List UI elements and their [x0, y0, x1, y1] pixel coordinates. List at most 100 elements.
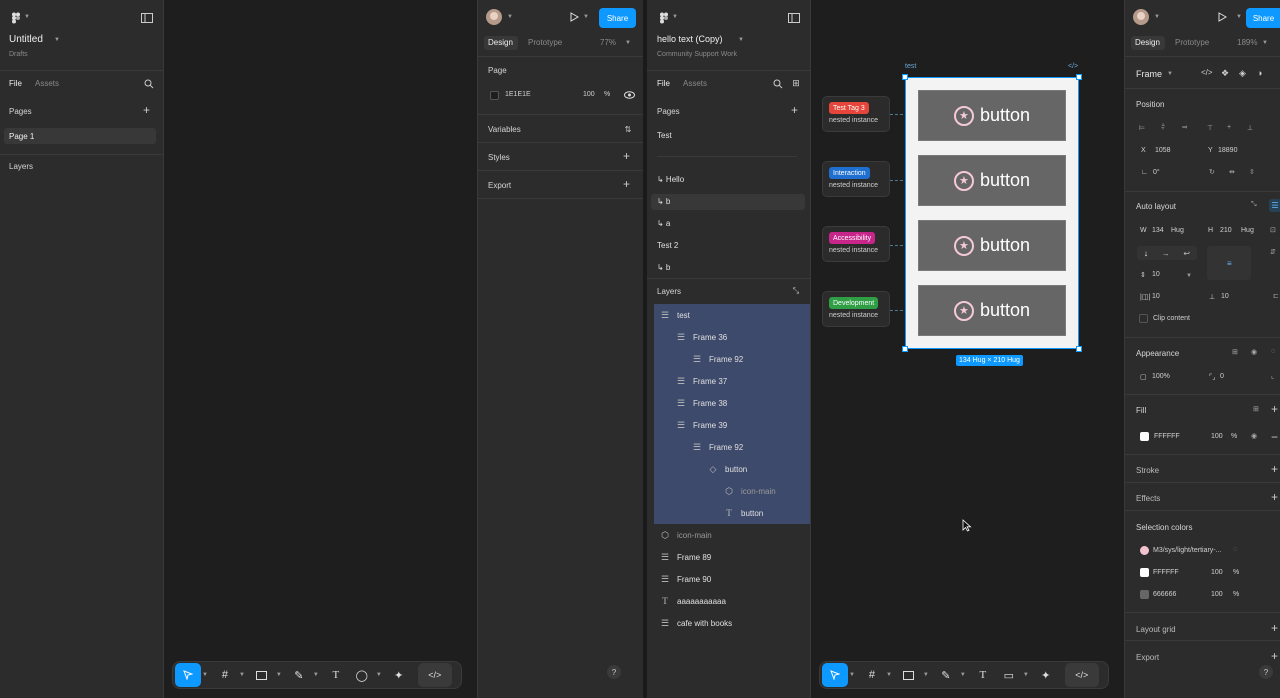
- add-export-icon[interactable]: +: [1271, 649, 1278, 663]
- annotation-card[interactable]: Development nested instance: [822, 291, 890, 327]
- add-fill-icon[interactable]: +: [1271, 402, 1278, 416]
- add-style-icon[interactable]: +: [623, 149, 630, 163]
- color-opacity[interactable]: 100: [1211, 591, 1223, 598]
- chevron-down-icon[interactable]: ▼: [202, 672, 208, 678]
- fill-opacity-input[interactable]: 100: [1211, 433, 1223, 440]
- layer-row[interactable]: ☰ test: [654, 304, 810, 326]
- tab-assets[interactable]: Assets: [35, 79, 59, 88]
- layer-row[interactable]: Tbutton: [654, 502, 810, 524]
- flip-horizontal-icon[interactable]: ⇹: [1229, 168, 1235, 176]
- zoom-level[interactable]: 77%: [600, 38, 616, 47]
- actions-tool-icon[interactable]: ✦: [1033, 663, 1059, 687]
- chevron-down-icon[interactable]: ▼: [276, 672, 282, 678]
- search-icon[interactable]: [143, 78, 154, 89]
- rectangle-tool-icon[interactable]: [249, 663, 275, 687]
- layer-row[interactable]: ◇ button: [654, 458, 810, 480]
- layer-row[interactable]: Taaaaaaaaaaa: [654, 590, 810, 612]
- alignment-settings-icon[interactable]: ⇵: [1270, 248, 1276, 256]
- resize-handle[interactable]: [902, 346, 908, 352]
- clip-content-checkbox[interactable]: [1139, 314, 1148, 323]
- page-item-b[interactable]: ↳ b: [651, 194, 805, 210]
- code-icon[interactable]: </>: [1201, 68, 1213, 77]
- tab-prototype[interactable]: Prototype: [528, 38, 562, 47]
- independent-corners-icon[interactable]: ⌞: [1271, 372, 1274, 380]
- pen-tool-icon[interactable]: ✎: [933, 663, 959, 687]
- h-input[interactable]: 210: [1220, 227, 1232, 234]
- padding-expand-icon[interactable]: ⊏: [1273, 292, 1279, 300]
- selection-color-row[interactable]: FFFFFF 100%: [1125, 562, 1280, 582]
- layer-row[interactable]: ☰ Frame 39: [654, 414, 810, 436]
- chevron-down-icon[interactable]: ▼: [54, 37, 60, 43]
- tab-assets[interactable]: Assets: [683, 79, 707, 88]
- selection-color-row[interactable]: M3/sys/light/tertiary-... ◌: [1125, 540, 1280, 560]
- tab-design[interactable]: Design: [484, 36, 518, 50]
- layer-row[interactable]: ☰ Frame 89: [654, 546, 810, 568]
- selection-color-row[interactable]: 666666 100%: [1125, 584, 1280, 604]
- mask-icon[interactable]: ◑: [1257, 68, 1262, 78]
- chevron-down-icon[interactable]: ▼: [960, 672, 966, 678]
- padding-horizontal-input[interactable]: 10: [1152, 293, 1160, 300]
- layer-row[interactable]: ⬡ icon-main: [654, 480, 810, 502]
- chevron-down-icon[interactable]: ▼: [583, 14, 589, 20]
- add-export-icon[interactable]: +: [623, 177, 630, 191]
- search-icon[interactable]: [772, 78, 783, 89]
- avatar[interactable]: [486, 9, 502, 25]
- annotation-card[interactable]: Interaction nested instance: [822, 161, 890, 197]
- share-button[interactable]: Share: [599, 8, 636, 28]
- file-title[interactable]: Untitled: [9, 34, 43, 45]
- frame-type-dropdown[interactable]: Frame: [1136, 69, 1162, 79]
- layer-row[interactable]: ⬡ icon-main: [654, 524, 810, 546]
- chevron-down-icon[interactable]: ▼: [376, 672, 382, 678]
- flip-vertical-icon[interactable]: ⇳: [1249, 168, 1255, 176]
- page-opacity-value[interactable]: 100: [583, 91, 595, 98]
- page-item-hello[interactable]: ↳ Hello: [657, 175, 684, 184]
- chevron-down-icon[interactable]: ▼: [1167, 71, 1173, 77]
- help-icon[interactable]: ?: [607, 665, 621, 679]
- gap-input[interactable]: 10: [1152, 271, 1160, 278]
- vertical-direction-icon[interactable]: ↓: [1144, 249, 1148, 258]
- share-button[interactable]: Share: [1246, 8, 1280, 28]
- layer-row[interactable]: ☰ Frame 92: [654, 348, 810, 370]
- align-top-icon[interactable]: ⊤: [1207, 124, 1213, 132]
- styles-icon[interactable]: ⊞: [1232, 348, 1238, 356]
- resize-handle[interactable]: [902, 74, 908, 80]
- collapse-layers-icon[interactable]: ⤡: [791, 286, 801, 296]
- chevron-down-icon[interactable]: ▼: [672, 14, 678, 20]
- chevron-down-icon[interactable]: ▼: [1154, 14, 1160, 20]
- comment-tool-icon[interactable]: ▭: [996, 663, 1022, 687]
- h-hug-dropdown[interactable]: Hug: [1241, 227, 1254, 234]
- color-swatch[interactable]: [1140, 546, 1149, 555]
- frame-label[interactable]: test: [905, 63, 916, 70]
- button-instance[interactable]: ★ button: [918, 90, 1066, 141]
- annotation-card[interactable]: Test Tag 3 nested instance: [822, 96, 890, 132]
- tab-file[interactable]: File: [657, 79, 670, 88]
- button-instance[interactable]: ★ button: [918, 220, 1066, 271]
- fill-styles-icon[interactable]: ⊞: [1253, 405, 1259, 413]
- button-instance[interactable]: ★ button: [918, 155, 1066, 206]
- alignment-grid[interactable]: ≡: [1207, 246, 1251, 280]
- padding-vertical-input[interactable]: 10: [1221, 293, 1229, 300]
- page-item-test-2[interactable]: Test 2: [657, 241, 678, 250]
- w-input[interactable]: 134: [1152, 227, 1164, 234]
- fill-swatch[interactable]: [1140, 432, 1149, 441]
- layer-row[interactable]: ☰ Frame 36: [654, 326, 810, 348]
- add-page-icon[interactable]: +: [791, 103, 798, 117]
- text-tool-icon[interactable]: T: [323, 663, 349, 687]
- color-swatch[interactable]: [1140, 590, 1149, 599]
- corner-radius-input[interactable]: 0: [1220, 373, 1224, 380]
- chevron-down-icon[interactable]: ▼: [738, 37, 744, 43]
- w1-canvas[interactable]: [164, 0, 477, 698]
- layer-row[interactable]: ☰ cafe with books: [654, 612, 810, 634]
- color-swatch[interactable]: [1140, 568, 1149, 577]
- tab-prototype[interactable]: Prototype: [1175, 38, 1209, 47]
- annotation-card[interactable]: Accessibility nested instance: [822, 226, 890, 262]
- chevron-down-icon[interactable]: ▼: [886, 672, 892, 678]
- page-color-value[interactable]: 1E1E1E: [505, 91, 531, 98]
- zoom-level[interactable]: 189%: [1237, 38, 1257, 47]
- resize-handle[interactable]: [1076, 74, 1082, 80]
- align-right-icon[interactable]: ⫤: [1182, 124, 1187, 132]
- add-effect-icon[interactable]: +: [1271, 490, 1278, 504]
- chevron-down-icon[interactable]: ▼: [923, 672, 929, 678]
- variables-settings-icon[interactable]: ⇅: [622, 123, 634, 135]
- fill-hex-input[interactable]: FFFFFF: [1154, 433, 1180, 440]
